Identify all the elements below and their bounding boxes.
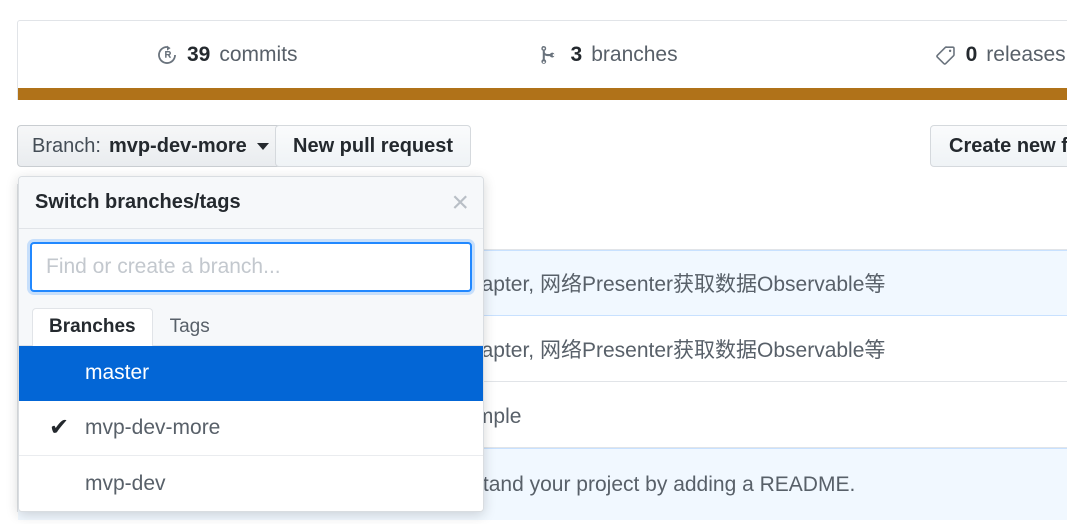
branch-selector-button[interactable]: Branch: mvp-dev-more: [17, 125, 284, 167]
stat-releases-count: 0: [965, 43, 978, 66]
branch-dropdown-title: Switch branches/tags: [35, 191, 241, 213]
branch-item-label: mvp-dev-more: [85, 416, 221, 439]
close-icon[interactable]: ×: [451, 187, 469, 218]
new-pull-request-button[interactable]: New pull request: [275, 125, 472, 167]
branch-dropdown-panel: Switch branches/tags × Branches Tags mas…: [18, 176, 484, 512]
git-branch-icon: [540, 44, 562, 66]
history-icon: [156, 44, 178, 66]
stat-commits-label: commits: [219, 43, 298, 66]
branch-item-label: master: [85, 361, 150, 384]
check-icon: ✔: [49, 414, 70, 441]
create-new-file-button[interactable]: Create new file: [930, 125, 1067, 167]
stat-releases-label: releases: [986, 43, 1066, 66]
branch-button-prefix: Branch:: [32, 134, 101, 157]
stat-releases[interactable]: 0 releases: [934, 43, 1066, 67]
branch-list-item-mvp-dev[interactable]: mvp-dev: [19, 456, 483, 511]
branch-dropdown-tabs: Branches Tags: [19, 304, 483, 346]
stat-commits-count: 39: [187, 43, 211, 66]
tab-branches[interactable]: Branches: [32, 308, 153, 346]
stats-row: 39 commits 3 branches 0 releases: [18, 21, 1067, 89]
branch-dropdown-header: Switch branches/tags ×: [19, 177, 483, 229]
repository-page: 39 commits 3 branches 0 releases Branch:…: [0, 0, 1067, 524]
branch-list: master ✔ mvp-dev-more mvp-dev: [19, 346, 483, 511]
stat-branches-count: 3: [570, 43, 583, 66]
branch-button-name: mvp-dev-more: [108, 134, 247, 157]
stat-commits[interactable]: 39 commits: [156, 43, 298, 67]
language-color-bar: [17, 88, 1067, 100]
tab-tags[interactable]: Tags: [153, 307, 227, 345]
branch-search-wrapper: [19, 229, 483, 304]
repo-stats-bar: 39 commits 3 branches 0 releases: [17, 20, 1067, 89]
stat-branches[interactable]: 3 branches: [540, 43, 678, 67]
branch-list-item-master[interactable]: master: [19, 346, 483, 401]
branch-list-item-mvp-dev-more[interactable]: ✔ mvp-dev-more: [19, 401, 483, 456]
branch-search-input[interactable]: [30, 242, 472, 292]
stat-branches-label: branches: [591, 43, 678, 66]
chevron-down-icon: [256, 142, 269, 150]
tag-icon: [934, 44, 957, 67]
branch-item-label: mvp-dev: [85, 471, 166, 495]
